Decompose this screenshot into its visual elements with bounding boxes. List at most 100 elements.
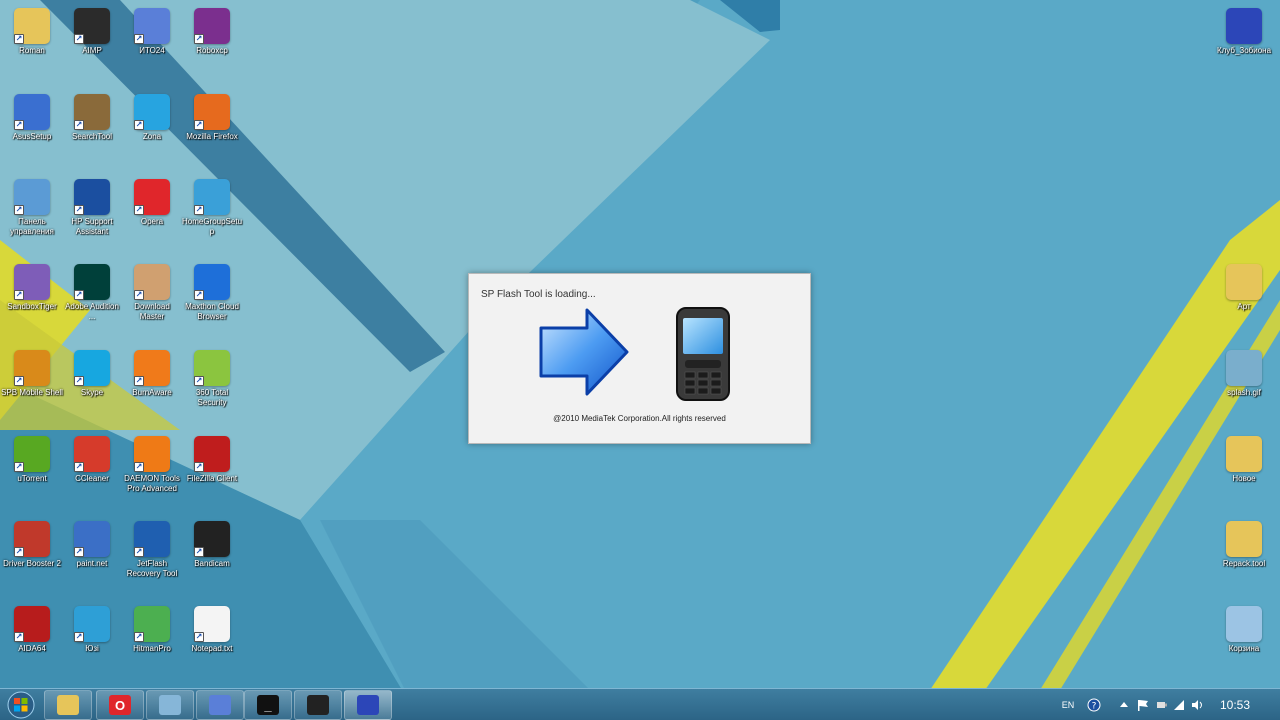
desktop-icon[interactable]: Клуб_Зобиона <box>1212 4 1276 88</box>
desktop-icon-label: AsusSetup <box>12 132 52 141</box>
desktop-icon[interactable]: ↗ HitmanPro <box>120 602 184 686</box>
desktop-icon[interactable]: ↗ Юзi <box>60 602 124 686</box>
desktop-icon[interactable]: ↗ Notepad.txt <box>180 602 244 686</box>
taskbar-button-bandicam[interactable] <box>294 690 342 720</box>
desktop-icon[interactable]: ↗ HP Support Assistant <box>60 175 124 259</box>
desktop-icon[interactable]: ↗ Zona <box>120 90 184 174</box>
desktop-icon[interactable]: ↗ AIMP <box>60 4 124 88</box>
taskbar-clock[interactable]: 10:53 <box>1220 698 1250 712</box>
taskbar-button-flash-tool[interactable] <box>344 690 392 720</box>
gif-icon <box>1226 350 1262 386</box>
taskbar: O _ EN ? 10:53 <box>0 688 1280 720</box>
shortcut-arrow-icon: ↗ <box>194 290 204 300</box>
filezilla-icon: ↗ <box>194 436 230 472</box>
desktop-icon[interactable]: Новое <box>1212 432 1276 516</box>
network-signal-icon[interactable] <box>1172 698 1186 712</box>
desktop-icon[interactable]: ↗ Roman <box>0 4 64 88</box>
desktop-icon-label: Repack.tool <box>1222 559 1266 568</box>
shortcut-arrow-icon: ↗ <box>194 376 204 386</box>
desktop-icon[interactable]: ↗ paint.net <box>60 517 124 601</box>
taskbar-button-opera[interactable]: O <box>96 690 144 720</box>
desktop-icon[interactable]: ↗ SearchTool <box>60 90 124 174</box>
booster-icon: ↗ <box>14 521 50 557</box>
desktop-icon-label: uTorrent <box>17 474 47 483</box>
taskbar-button-floppy[interactable] <box>196 690 244 720</box>
windows-logo-icon <box>7 691 35 719</box>
desktop-icon-label: HomeGroupSetup <box>181 217 243 236</box>
paint-icon: ↗ <box>74 521 110 557</box>
shortcut-arrow-icon: ↗ <box>74 547 84 557</box>
desktop-icon[interactable]: splash.gif <box>1212 346 1276 430</box>
desktop-icon[interactable]: ↗ AsusSetup <box>0 90 64 174</box>
bandicam-icon: ↗ <box>194 521 230 557</box>
show-hidden-icons-icon[interactable] <box>1118 698 1130 712</box>
burn-icon: ↗ <box>134 350 170 386</box>
desktop-icon[interactable]: ↗ 360 Total Security <box>180 346 244 430</box>
desktop-icon[interactable]: ↗ Adobe Audition ... <box>60 260 124 344</box>
flash-tool-icon <box>357 695 379 715</box>
desktop-icon[interactable]: ↗ Bandicam <box>180 517 244 601</box>
desktop-icon-label: Notepad.txt <box>191 644 233 653</box>
desktop-icon[interactable]: ↗ FileZilla Client <box>180 432 244 516</box>
shortcut-arrow-icon: ↗ <box>74 632 84 642</box>
shortcut-arrow-icon: ↗ <box>134 34 144 44</box>
desktop-icon-label: Панель управления <box>10 217 54 236</box>
toolbox-icon: ↗ <box>74 94 110 130</box>
action-center-flag-icon[interactable] <box>1136 698 1150 712</box>
desktop-icon[interactable]: ↗ Maxthon Cloud Browser <box>180 260 244 344</box>
desktop-icon[interactable]: ↗ CCleaner <box>60 432 124 516</box>
desktop-icon[interactable]: ↗ Driver Booster 2 <box>0 517 64 601</box>
language-indicator[interactable]: EN <box>1058 698 1078 712</box>
shortcut-arrow-icon: ↗ <box>14 290 24 300</box>
floppy-icon: ↗ <box>134 8 170 44</box>
desktop-icon[interactable]: ↗ Download Master <box>120 260 184 344</box>
start-button[interactable] <box>2 690 40 720</box>
desktop-icon[interactable]: ↗ Opera <box>120 175 184 259</box>
desktop-icon[interactable]: Repack.tool <box>1212 517 1276 601</box>
desktop-icon[interactable]: ↗ BurnAware <box>120 346 184 430</box>
desktop-icon[interactable]: ↗ JetFlash Recovery Tool <box>120 517 184 601</box>
taskbar-button-console[interactable]: _ <box>244 690 292 720</box>
bandicam-icon <box>307 695 329 715</box>
shortcut-arrow-icon: ↗ <box>194 205 204 215</box>
desktop-icon-label: DAEMON Tools Pro Advanced <box>124 474 180 493</box>
mobile-phone-icon <box>676 307 730 401</box>
jetflash-icon: ↗ <box>134 521 170 557</box>
desktop-icon[interactable]: ↗ DAEMON Tools Pro Advanced <box>120 432 184 516</box>
shortcut-arrow-icon: ↗ <box>134 376 144 386</box>
console-icon: _ <box>257 695 279 715</box>
desktop-icon[interactable]: Арт <box>1212 260 1276 344</box>
desktop-icon[interactable]: Корзина <box>1212 602 1276 686</box>
desktop-icon[interactable]: ↗ AIDA64 <box>0 602 64 686</box>
desktop-icon[interactable]: ↗ Skype <box>60 346 124 430</box>
desktop-icon[interactable]: ↗ SandboxTiger <box>0 260 64 344</box>
redgate-icon <box>1226 8 1262 44</box>
shortcut-arrow-icon: ↗ <box>194 547 204 557</box>
document-icon: ↗ <box>194 606 230 642</box>
link-icon: ↗ <box>14 350 50 386</box>
shortcut-arrow-icon: ↗ <box>14 632 24 642</box>
splash-artwork <box>539 307 730 401</box>
skype-icon: ↗ <box>74 350 110 386</box>
usb-device-icon[interactable] <box>1154 698 1168 712</box>
desktop-icon-label: Mozilla Firefox <box>186 132 238 141</box>
shortcut-arrow-icon: ↗ <box>14 34 24 44</box>
folder-icon: ↗ <box>14 8 50 44</box>
desktop-icon[interactable]: ↗ Roboxcp <box>180 4 244 88</box>
help-tray-icon[interactable]: ? <box>1086 698 1102 712</box>
desktop-icon[interactable]: ↗ Панель управления <box>0 175 64 259</box>
shortcut-arrow-icon: ↗ <box>74 34 84 44</box>
desktop-icon[interactable]: ↗ Mozilla Firefox <box>180 90 244 174</box>
utorrent-icon: ↗ <box>14 436 50 472</box>
desktop-icon-label: Bandicam <box>194 559 230 568</box>
desktop-icon[interactable]: ↗ SPB Mobile Shell <box>0 346 64 430</box>
desktop-icon[interactable]: ↗ HomeGroupSetup <box>180 175 244 259</box>
volume-icon[interactable] <box>1190 698 1204 712</box>
taskbar-button-explorer[interactable] <box>44 690 92 720</box>
desktop-icon[interactable]: ↗ ИТО24 <box>120 4 184 88</box>
shortcut-arrow-icon: ↗ <box>194 120 204 130</box>
desktop-icon[interactable]: ↗ uTorrent <box>0 432 64 516</box>
desktop-icon-label: splash.gif <box>1227 388 1261 397</box>
aimp-icon: ↗ <box>74 8 110 44</box>
taskbar-button-notepad[interactable] <box>146 690 194 720</box>
